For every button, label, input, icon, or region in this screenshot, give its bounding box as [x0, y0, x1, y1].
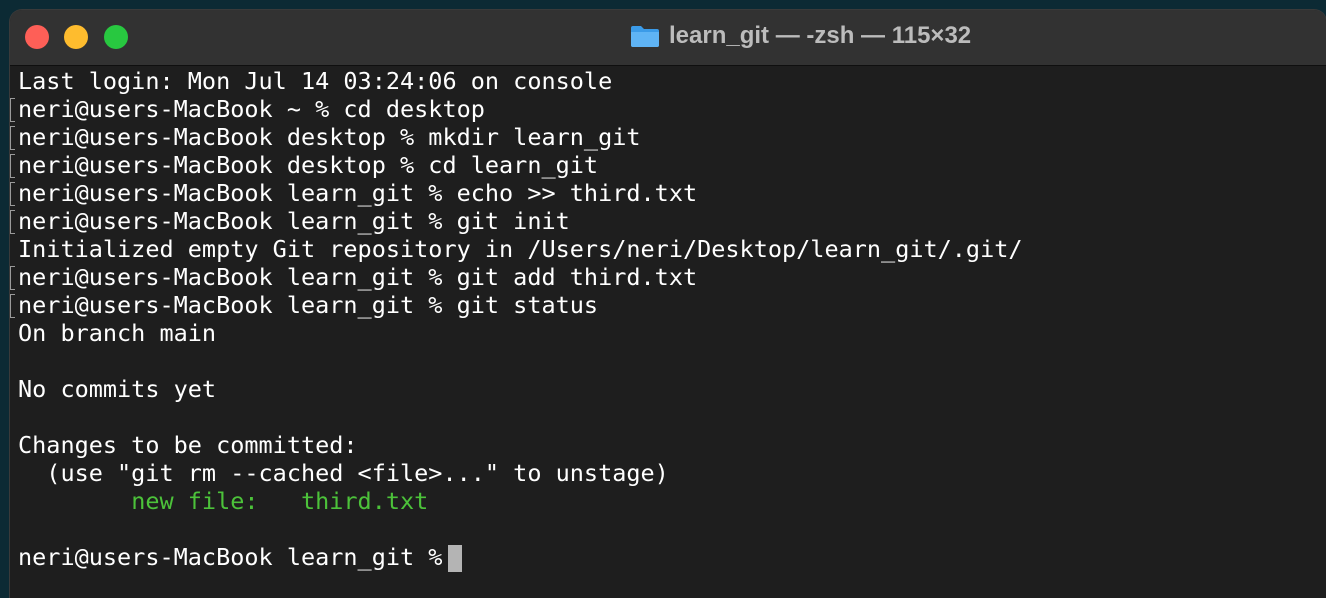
command-mark-icon: [10, 98, 15, 122]
minimize-button[interactable]: [64, 25, 88, 49]
terminal-line: neri@users-MacBook learn_git % git statu…: [10, 291, 1326, 319]
terminal-line-text: neri@users-MacBook desktop % cd learn_gi…: [18, 151, 599, 179]
terminal-line-text: Last login: Mon Jul 14 03:24:06 on conso…: [18, 67, 613, 95]
terminal-line-text: Changes to be committed:: [18, 431, 358, 459]
terminal-line: (use "git rm --cached <file>..." to unst…: [10, 459, 1326, 487]
zoom-button[interactable]: [104, 25, 128, 49]
terminal-line-text: neri@users-MacBook ~ % cd desktop: [18, 95, 485, 123]
staged-file-line: new file: third.txt: [10, 487, 1326, 515]
title-bar[interactable]: learn_git — -zsh — 115×32: [10, 10, 1326, 66]
terminal-line: neri@users-MacBook desktop % mkdir learn…: [10, 123, 1326, 151]
terminal-line-text: On branch main: [18, 319, 217, 347]
terminal-line: neri@users-MacBook learn_git % git add t…: [10, 263, 1326, 291]
terminal-window: learn_git — -zsh — 115×32 Last login: Mo…: [10, 10, 1326, 598]
terminal-line-text: neri@users-MacBook learn_git % echo >> t…: [18, 179, 698, 207]
terminal-line: Last login: Mon Jul 14 03:24:06 on conso…: [10, 67, 1326, 95]
terminal-line-text: neri@users-MacBook learn_git % git statu…: [18, 291, 599, 319]
folder-icon: [631, 26, 659, 47]
terminal-line: neri@users-MacBook learn_git % git init: [10, 207, 1326, 235]
terminal-line-text: (use "git rm --cached <file>..." to unst…: [18, 459, 669, 487]
prompt-line[interactable]: neri@users-MacBook learn_git %: [10, 543, 1326, 572]
terminal-line: neri@users-MacBook desktop % cd learn_gi…: [10, 151, 1326, 179]
terminal-line-text: No commits yet: [18, 375, 217, 403]
terminal-output[interactable]: Last login: Mon Jul 14 03:24:06 on conso…: [10, 67, 1326, 598]
command-mark-icon: [10, 210, 15, 234]
terminal-line: No commits yet: [10, 375, 1326, 403]
command-mark-icon: [10, 182, 15, 206]
terminal-line-text: Initialized empty Git repository in /Use…: [18, 235, 1023, 263]
command-mark-icon: [10, 154, 15, 178]
terminal-line-text: neri@users-MacBook learn_git % git init: [18, 207, 570, 235]
terminal-line: Changes to be committed:: [10, 431, 1326, 459]
close-button[interactable]: [25, 25, 49, 49]
terminal-line: neri@users-MacBook learn_git % echo >> t…: [10, 179, 1326, 207]
staged-file-text: new file: third.txt: [131, 487, 429, 515]
terminal-line: Initialized empty Git repository in /Use…: [10, 235, 1326, 263]
command-mark-icon: [10, 294, 15, 318]
window-title: learn_git — -zsh — 115×32: [669, 22, 972, 49]
terminal-line-text: neri@users-MacBook learn_git % git add t…: [18, 263, 698, 291]
terminal-line: neri@users-MacBook ~ % cd desktop: [10, 95, 1326, 123]
cursor[interactable]: [448, 545, 463, 572]
prompt-text: neri@users-MacBook learn_git %: [18, 543, 443, 571]
window-title-group: learn_git — -zsh — 115×32: [630, 20, 971, 52]
terminal-line-text: neri@users-MacBook desktop % mkdir learn…: [18, 123, 641, 151]
command-mark-icon: [10, 126, 15, 150]
command-mark-icon: [10, 266, 15, 290]
terminal-line: On branch main: [10, 319, 1326, 347]
